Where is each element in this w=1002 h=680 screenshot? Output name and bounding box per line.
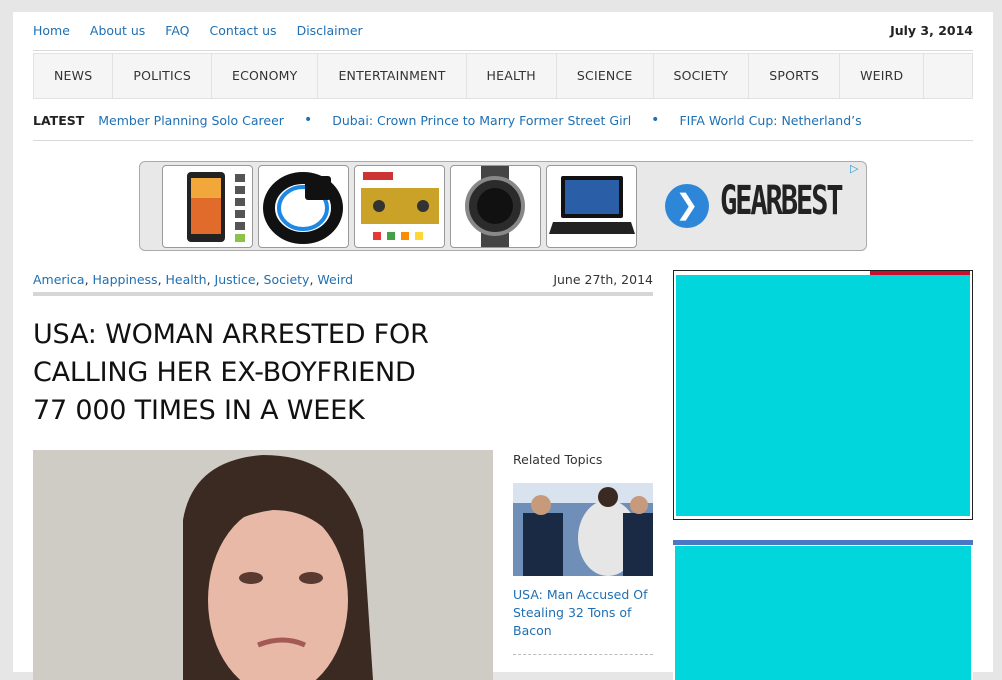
category-link[interactable]: Happiness [93, 272, 158, 287]
nav-economy[interactable]: ECONOMY [212, 54, 319, 98]
nav-sports[interactable]: SPORTS [749, 54, 841, 98]
article-photo [33, 450, 493, 680]
top-nav: Home About us FAQ Contact us Disclaimer [33, 23, 383, 38]
nav-society[interactable]: SOCIETY [654, 54, 750, 98]
ad-product-smartband[interactable] [258, 165, 349, 248]
bullet-icon: • [651, 112, 660, 128]
ad-product-laptop[interactable] [546, 165, 637, 248]
ad-product-phone[interactable] [162, 165, 253, 248]
top-nav-contact[interactable]: Contact us [210, 23, 277, 38]
top-nav-about[interactable]: About us [90, 23, 145, 38]
category-link[interactable]: Justice [215, 272, 256, 287]
related-link-line[interactable]: USA: Man Accused Of [513, 586, 653, 604]
page-container: Home About us FAQ Contact us Disclaimer … [13, 12, 993, 680]
related-link-line[interactable]: Stealing 32 Tons of [513, 604, 653, 622]
headline-line: 77 000 TIMES IN A WEEK [33, 395, 365, 426]
current-date: July 3, 2014 [890, 23, 973, 38]
headline-line: CALLING HER EX-BOYFRIEND [33, 357, 416, 388]
sidebar-ad-1[interactable] [673, 270, 973, 520]
nav-science[interactable]: SCIENCE [557, 54, 654, 98]
nav-entertainment[interactable]: ENTERTAINMENT [318, 54, 467, 98]
related-link-line[interactable]: Bacon [513, 622, 653, 640]
related-topic-link[interactable]: USA: Man Accused Of Stealing 32 Tons of … [513, 586, 653, 640]
ad-placeholder[interactable] [675, 546, 971, 680]
gearbest-ad-banner[interactable]: ❯ GEARBEST ▷ [139, 161, 867, 251]
article-headline: USA: WOMAN ARRESTED FOR CALLING HER EX-B… [33, 316, 453, 430]
category-link[interactable]: Weird [317, 272, 353, 287]
nav-politics[interactable]: POLITICS [113, 54, 212, 98]
latest-ticker: LATEST Member Planning Solo Career • Dub… [33, 112, 862, 128]
article-categories: America, Happiness, Health, Justice, Soc… [33, 272, 354, 287]
gearbest-logo: GEARBEST [720, 178, 844, 224]
chevron-right-icon[interactable]: ❯ [665, 184, 709, 228]
category-link[interactable]: America [33, 272, 85, 287]
ad-product-watch[interactable] [450, 165, 541, 248]
nav-health[interactable]: HEALTH [467, 54, 557, 98]
divider [513, 654, 653, 655]
ad-product-amplifier[interactable] [354, 165, 445, 248]
category-link[interactable]: Health [166, 272, 207, 287]
meta-divider [33, 292, 653, 296]
related-topics-heading: Related Topics [513, 452, 603, 467]
latest-item[interactable]: Member Planning Solo Career [98, 113, 284, 128]
latest-item[interactable]: Dubai: Crown Prince to Marry Former Stre… [332, 113, 631, 128]
related-topic-image[interactable] [513, 483, 653, 576]
top-nav-home[interactable]: Home [33, 23, 70, 38]
article-date: June 27th, 2014 [553, 272, 653, 287]
divider [33, 50, 973, 51]
adchoices-icon[interactable]: ▷ [850, 162, 864, 176]
sidebar-ad-2[interactable] [673, 540, 973, 680]
top-nav-disclaimer[interactable]: Disclaimer [297, 23, 363, 38]
divider [33, 140, 973, 141]
nav-weird[interactable]: WEIRD [840, 54, 925, 98]
ad-placeholder[interactable] [676, 275, 970, 516]
headline-line: USA: WOMAN ARRESTED FOR [33, 319, 429, 350]
top-nav-faq[interactable]: FAQ [165, 23, 189, 38]
latest-label: LATEST [33, 112, 85, 128]
latest-item[interactable]: FIFA World Cup: Netherland’s [679, 113, 861, 128]
nav-news[interactable]: NEWS [34, 54, 114, 98]
ad-accent-strip [673, 540, 973, 545]
main-nav: NEWS POLITICS ECONOMY ENTERTAINMENT HEAL… [33, 53, 973, 99]
bullet-icon: • [303, 112, 313, 128]
category-link[interactable]: Society [264, 272, 310, 287]
